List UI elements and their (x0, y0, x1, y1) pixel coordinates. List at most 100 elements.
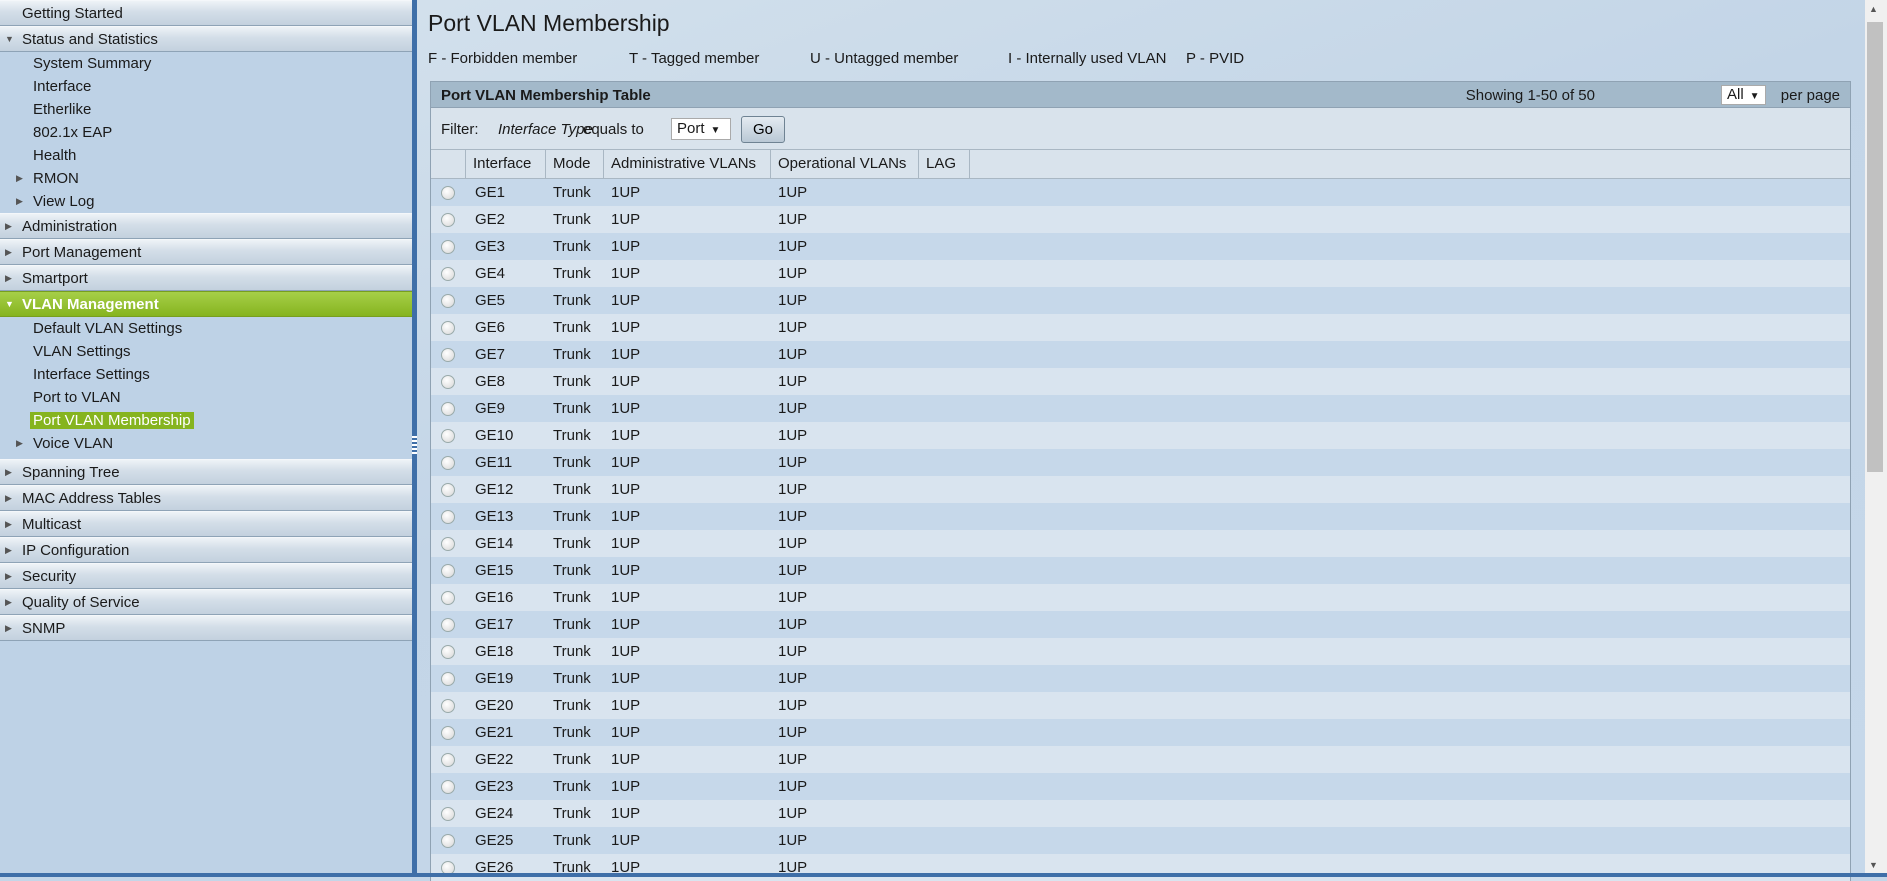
table-row[interactable]: GE23 Trunk 1UP 1UP (431, 773, 1850, 800)
table-row[interactable]: GE16 Trunk 1UP 1UP (431, 584, 1850, 611)
table-row[interactable]: GE10 Trunk 1UP 1UP (431, 422, 1850, 449)
table-row[interactable]: GE21 Trunk 1UP 1UP (431, 719, 1850, 746)
nav-vlan-management[interactable]: ▼ VLAN Management (0, 291, 412, 317)
cell-interface: GE22 (475, 751, 514, 768)
row-radio[interactable] (441, 536, 455, 551)
scrollbar-thumb[interactable] (1867, 22, 1883, 472)
cell-interface: GE8 (475, 373, 506, 390)
nav-status-and-statistics[interactable]: ▼ Status and Statistics (0, 26, 412, 52)
nav-health[interactable]: Health (0, 144, 412, 167)
col-interface[interactable]: Interface (466, 150, 546, 178)
nav-vlan-settings[interactable]: VLAN Settings (0, 340, 412, 363)
row-radio[interactable] (441, 590, 455, 605)
table-row[interactable]: GE17 Trunk 1UP 1UP (431, 611, 1850, 638)
nav-port-management[interactable]: ▶ Port Management (0, 239, 412, 265)
nav-rmon[interactable]: ▶ RMON (0, 167, 412, 190)
row-radio[interactable] (441, 428, 455, 443)
cell-operational-vlans: 1UP (778, 535, 808, 552)
nav-default-vlan-settings[interactable]: Default VLAN Settings (0, 317, 412, 340)
row-radio[interactable] (441, 293, 455, 308)
table-row[interactable]: GE20 Trunk 1UP 1UP (431, 692, 1850, 719)
row-select-cell (431, 266, 466, 281)
nav-voice-vlan[interactable]: ▶ Voice VLAN (0, 432, 412, 459)
nav-view-log[interactable]: ▶ View Log (0, 190, 412, 213)
scroll-up-icon[interactable]: ▲ (1869, 4, 1878, 14)
row-radio[interactable] (441, 671, 455, 686)
row-radio[interactable] (441, 833, 455, 848)
row-radio[interactable] (441, 266, 455, 281)
table-row[interactable]: GE25 Trunk 1UP 1UP (431, 827, 1850, 854)
table-row[interactable]: GE24 Trunk 1UP 1UP (431, 800, 1850, 827)
nav-administration[interactable]: ▶ Administration (0, 213, 412, 239)
table-row[interactable]: GE9 Trunk 1UP 1UP (431, 395, 1850, 422)
cell-interface: GE20 (475, 697, 514, 714)
go-button[interactable]: Go (741, 116, 785, 143)
nav-quality-of-service[interactable]: ▶ Quality of Service (0, 589, 412, 615)
row-radio[interactable] (441, 644, 455, 659)
row-radio[interactable] (441, 455, 455, 470)
table-row[interactable]: GE13 Trunk 1UP 1UP (431, 503, 1850, 530)
col-admin-vlans[interactable]: Administrative VLANs (604, 150, 771, 178)
table-row[interactable]: GE12 Trunk 1UP 1UP (431, 476, 1850, 503)
nav-port-to-vlan[interactable]: Port to VLAN (0, 386, 412, 409)
interface-type-select[interactable]: Port ▼ (671, 118, 731, 140)
table-row[interactable]: GE11 Trunk 1UP 1UP (431, 449, 1850, 476)
nav-getting-started[interactable]: Getting Started (0, 0, 412, 26)
nav-mac-address-tables[interactable]: ▶ MAC Address Tables (0, 485, 412, 511)
nav-label: Spanning Tree (22, 464, 120, 481)
nav-multicast[interactable]: ▶ Multicast (0, 511, 412, 537)
col-lag[interactable]: LAG (919, 150, 970, 178)
row-radio[interactable] (441, 698, 455, 713)
table-row[interactable]: GE19 Trunk 1UP 1UP (431, 665, 1850, 692)
table-row[interactable]: GE3 Trunk 1UP 1UP (431, 233, 1850, 260)
nav-system-summary[interactable]: System Summary (0, 52, 412, 75)
row-radio[interactable] (441, 509, 455, 524)
cell-mode: Trunk (553, 643, 591, 660)
legend-tagged: T - Tagged member (629, 50, 760, 67)
row-radio[interactable] (441, 239, 455, 254)
table-row[interactable]: GE5 Trunk 1UP 1UP (431, 287, 1850, 314)
table-row[interactable]: GE15 Trunk 1UP 1UP (431, 557, 1850, 584)
nav-snmp[interactable]: ▶ SNMP (0, 615, 412, 641)
row-radio[interactable] (441, 563, 455, 578)
row-radio[interactable] (441, 806, 455, 821)
table-row[interactable]: GE1 Trunk 1UP 1UP (431, 179, 1850, 206)
table-row[interactable]: GE7 Trunk 1UP 1UP (431, 341, 1850, 368)
nav-label: IP Configuration (22, 542, 130, 559)
table-row[interactable]: GE2 Trunk 1UP 1UP (431, 206, 1850, 233)
cell-interface: GE1 (475, 184, 506, 201)
cell-operational-vlans: 1UP (778, 346, 808, 363)
row-radio[interactable] (441, 779, 455, 794)
col-mode[interactable]: Mode (546, 150, 604, 178)
table-row[interactable]: GE4 Trunk 1UP 1UP (431, 260, 1850, 287)
table-row[interactable]: GE14 Trunk 1UP 1UP (431, 530, 1850, 557)
row-select-cell (431, 401, 466, 416)
table-row[interactable]: GE8 Trunk 1UP 1UP (431, 368, 1850, 395)
nav-etherlike[interactable]: Etherlike (0, 98, 412, 121)
table-row[interactable]: GE18 Trunk 1UP 1UP (431, 638, 1850, 665)
row-radio[interactable] (441, 725, 455, 740)
row-radio[interactable] (441, 401, 455, 416)
table-row[interactable]: GE22 Trunk 1UP 1UP (431, 746, 1850, 773)
nav-interface[interactable]: Interface (0, 75, 412, 98)
per-page-select[interactable]: All ▼ (1721, 85, 1766, 105)
nav-ip-configuration[interactable]: ▶ IP Configuration (0, 537, 412, 563)
nav-security[interactable]: ▶ Security (0, 563, 412, 589)
row-radio[interactable] (441, 212, 455, 227)
row-radio[interactable] (441, 185, 455, 200)
table-row[interactable]: GE6 Trunk 1UP 1UP (431, 314, 1850, 341)
scroll-down-icon[interactable]: ▼ (1869, 860, 1878, 870)
row-radio[interactable] (441, 320, 455, 335)
nav-8021x-eap[interactable]: 802.1x EAP (0, 121, 412, 144)
row-radio[interactable] (441, 482, 455, 497)
row-radio[interactable] (441, 617, 455, 632)
row-radio[interactable] (441, 752, 455, 767)
col-operational-vlans[interactable]: Operational VLANs (771, 150, 919, 178)
nav-interface-settings[interactable]: Interface Settings (0, 363, 412, 386)
nav-port-vlan-membership[interactable]: Port VLAN Membership (0, 409, 412, 432)
row-radio[interactable] (441, 347, 455, 362)
nav-smartport[interactable]: ▶ Smartport (0, 265, 412, 291)
row-radio[interactable] (441, 374, 455, 389)
nav-spanning-tree[interactable]: ▶ Spanning Tree (0, 459, 412, 485)
row-select-cell (431, 590, 466, 605)
